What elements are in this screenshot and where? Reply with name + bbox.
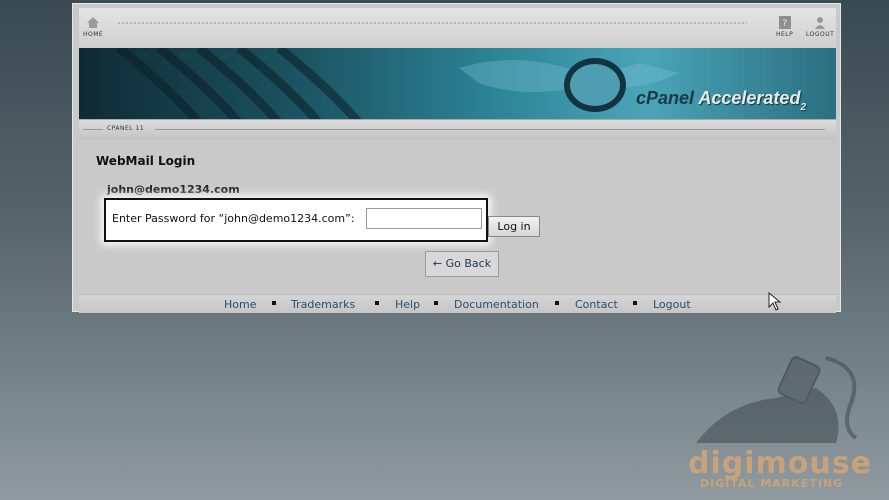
footer-link-home[interactable]: Home: [224, 298, 256, 311]
password-highlight-box: Enter Password for “john@demo1234.com”:: [104, 198, 488, 242]
footer-link-logout[interactable]: Logout: [653, 298, 691, 311]
email-address: john@demo1234.com: [107, 183, 240, 196]
footer-separator: [555, 301, 559, 305]
nav-divider: [155, 129, 825, 130]
top-toolbar: HOME ? HELP LOGOUT: [79, 8, 836, 48]
home-toolbar-button[interactable]: HOME: [83, 16, 103, 38]
logout-label: LOGOUT: [806, 31, 835, 38]
svg-text:173: 173: [139, 53, 150, 60]
svg-text:101: 101: [179, 53, 190, 60]
svg-text:173: 173: [299, 53, 310, 60]
help-label: HELP: [776, 31, 794, 38]
password-input[interactable]: [366, 208, 482, 229]
nav-strip: CPANEL 11: [79, 119, 836, 140]
password-label: Enter Password for “john@demo1234.com”:: [112, 212, 355, 225]
watermark-subtitle: DIGITAL MARKETING: [700, 477, 844, 490]
cpanel-window: HOME ? HELP LOGOUT 173 101 141 154 173 c…: [72, 3, 841, 313]
toolbar-dots: [117, 21, 747, 25]
brand-text: cPanel Accelerated2: [635, 88, 806, 113]
footer-link-contact[interactable]: Contact: [575, 298, 618, 311]
logout-toolbar-button[interactable]: LOGOUT: [806, 16, 834, 38]
help-icon: ?: [778, 16, 791, 29]
login-button[interactable]: Log in: [488, 216, 540, 237]
home-label: HOME: [83, 31, 104, 38]
footer-separator: [272, 301, 276, 305]
go-back-button[interactable]: ← Go Back: [425, 251, 499, 277]
svg-text:154: 154: [259, 53, 270, 60]
logout-icon: [815, 17, 826, 29]
footer-separator: [434, 301, 438, 305]
svg-text:141: 141: [219, 53, 230, 60]
home-icon: [87, 17, 100, 28]
mouse-cursor-icon: [768, 292, 782, 311]
footer-link-documentation[interactable]: Documentation: [454, 298, 539, 311]
footer-separator: [633, 301, 637, 305]
footer-nav: Home Trademarks Help Documentation Conta…: [79, 294, 836, 313]
page-title: WebMail Login: [96, 154, 196, 168]
cpanel-banner: 173 101 141 154 173 cPanel Accelerated2: [79, 48, 836, 119]
footer-link-trademarks[interactable]: Trademarks: [291, 298, 355, 311]
watermark-name: digimouse: [688, 446, 872, 481]
help-toolbar-button[interactable]: ? HELP: [776, 16, 793, 38]
cpanel-logo-icon: [564, 58, 626, 112]
nav-divider: [83, 129, 103, 130]
footer-link-help[interactable]: Help: [395, 298, 420, 311]
footer-separator: [375, 301, 379, 305]
nav-label: CPANEL 11: [107, 125, 145, 132]
svg-text:?: ?: [782, 19, 787, 29]
